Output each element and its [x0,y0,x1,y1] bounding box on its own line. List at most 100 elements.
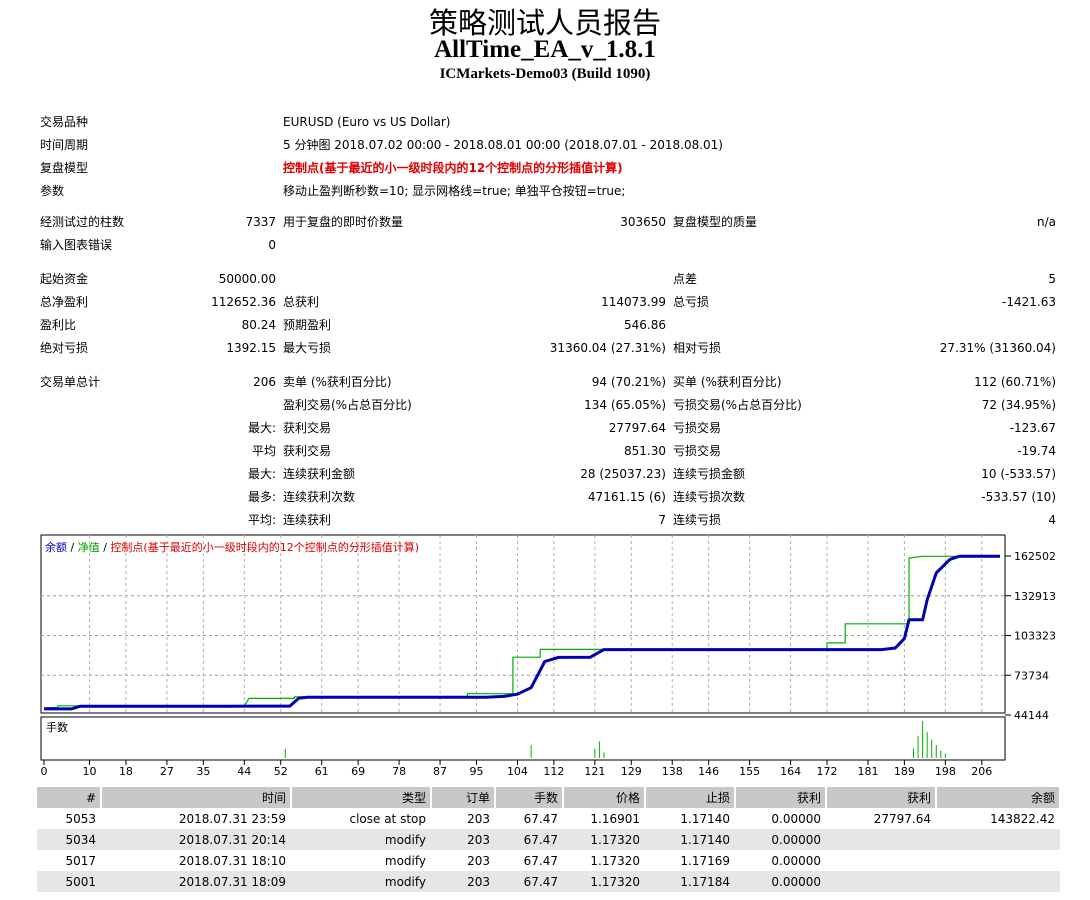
short-positions-label: 卖单 (%获利百分比) [283,375,392,389]
table-cell: 2018.07.31 18:10 [178,853,286,868]
x-tick-label: 181 [857,765,878,778]
gross-profit-label: 总获利 [283,295,320,309]
ticks-label: 用于复盘的即时价数量 [283,215,404,229]
table-cell: 0.00000 [735,829,826,850]
most-consecutive-losses-label: 连续亏损次数 [673,490,746,504]
x-tick-label: 78 [392,765,406,778]
x-tick-label: 155 [739,765,760,778]
x-tick-label: 27 [160,765,174,778]
x-tick-label: 198 [935,765,956,778]
table-cell: 67.47 [523,853,558,868]
ea-name: AllTime_EA_v_1.8.1 [434,36,656,63]
most-prefix: 最多: [247,490,276,504]
largest-profit-value: 27797.64 [608,421,666,435]
average-prefix: 平均 [251,444,276,458]
long-positions-label: 买单 (%获利百分比) [673,375,782,389]
y-tick-label: 73734 [1014,669,1049,682]
average-consecutive-losses-value: 4 [1048,513,1056,527]
table-cell [826,829,936,850]
table-row: 5017 2018.07.31 18:10 modify 203 67.47 1.1732… [37,850,1060,871]
x-tick-label: 104 [507,765,528,778]
average2-prefix: 平均: [247,513,276,527]
quality-label: 复盘模型的质量 [673,215,758,229]
x-tick-label: 164 [780,765,801,778]
symbol-label: 交易品种 [40,115,89,129]
y-tick-label: 44144 [1014,709,1049,722]
legend-model: 控制点(基于最近的小一级时段内的12个控制点的分形插值计算) [110,540,419,554]
table-cell: 1.17140 [645,829,735,850]
x-tick-label: 121 [584,765,605,778]
table-cell [936,829,1060,850]
table-cell: 203 [467,811,490,826]
deals-table: # 时间 类型 订单 手数 价格 止损 获利 获利 余额 5053 2018.07… [37,787,1061,892]
table-cell: modify [291,829,431,850]
symbol-value: EURUSD (Euro vs US Dollar) [283,115,451,129]
table-cell: 1.17320 [563,871,645,892]
table-cell: 5053 [65,811,96,826]
table-cell: 0.00000 [771,811,821,826]
gross-loss-value: -1421.63 [1002,295,1056,309]
table-cell: 1.17169 [680,853,730,868]
table-row: 5034 2018.07.31 20:14 modify 203 67.47 1.1732… [37,829,1060,850]
total-trades-value: 206 [253,375,276,389]
col-header-lots: 手数 [495,787,564,808]
table-cell: 2018.07.31 23:59 [178,811,286,826]
ticks-value: 303650 [620,215,666,229]
average-consecutive-losses-label: 连续亏损 [673,513,722,527]
x-tick-label: 10 [83,765,97,778]
table-cell: 5034 [37,829,101,850]
lot-panel-frame [40,716,1006,761]
average-profit-label: 获利交易 [283,444,332,458]
expected-payoff-label: 预期盈利 [283,318,332,332]
table-cell: 27797.64 [873,811,931,826]
legend-balance: 余额 [45,540,67,554]
table-cell [826,871,936,892]
table-row: 5053 2018.07.31 23:59 close at stop 203 67.4… [37,808,1060,829]
table-cell: 5017 [65,853,96,868]
table-cell: 0.00000 [735,871,826,892]
x-tick-label: 69 [351,765,365,778]
max-consecutive-loss-value: 10 (-533.57) [981,467,1056,481]
average-consecutive-wins-value: 7 [658,513,666,527]
gross-loss-label: 总亏损 [673,295,710,309]
table-cell: 67.47 [495,829,563,850]
params-label: 参数 [40,184,65,198]
table-cell: 2018.07.31 18:09 [101,871,291,892]
largest-profit-label: 获利交易 [283,421,332,435]
max-consecutive-profit-value: 28 (25037.23) [580,467,666,481]
table-cell: 143822.42 [990,811,1055,826]
deposit-value: 50000.00 [218,272,276,286]
x-tick-label: 95 [469,765,483,778]
quality-value: n/a [1036,215,1056,229]
max-drawdown-label: 最大亏损 [283,341,332,355]
loss-trades-value: 72 (34.95%) [981,398,1056,412]
average-loss-value: -19.74 [1017,444,1056,458]
profit-trades-value: 134 (65.05%) [584,398,666,412]
table-cell: close at stop [349,811,426,826]
average-loss-label: 亏损交易 [673,444,722,458]
table-cell [936,850,1060,871]
server-name: ICMarkets-Demo03 (Build 1090) [439,66,651,82]
x-axis-ticks: 0 10 18 27 35 44 52 61 69 78 87 95 104 112 121 129 138 14… [41,760,992,778]
x-tick-label: 146 [698,765,719,778]
table-cell: modify [384,853,426,868]
period-label: 时间周期 [40,138,89,152]
rel-drawdown-label: 相对亏损 [673,341,722,355]
y-tick-label: 103323 [1014,630,1056,643]
col-header-order: 订单 [431,787,496,808]
most-consecutive-losses-value: -533.57 (10) [981,490,1056,504]
max-consecutive-loss-label: 连续亏损金额 [673,467,746,481]
period-value: 5 分钟图 2018.07.02 00:00 - 2018.08.01 00:0… [283,138,723,152]
profit-factor-value: 80.24 [241,318,276,332]
abs-drawdown-label: 绝对亏损 [40,341,89,355]
x-tick-label: 206 [971,765,992,778]
y-axis-ticks: 162502 132913 103323 73734 44144 [1005,550,1056,722]
gross-profit-value: 114073.99 [601,295,666,309]
table-cell: 1.16901 [590,811,640,826]
mismatch-value: 0 [268,238,276,252]
rel-drawdown-value: 27.31% (31360.04) [939,341,1056,355]
deals-header-row: # 时间 类型 订单 手数 价格 止损 获利 获利 余额 [37,787,1061,808]
y-tick-label: 132913 [1014,590,1056,603]
balance-chart-svg: 余额 / 净值 / 控制点(基于最近的小一级时段内的12个控制点的分形插值计算)… [40,534,1056,778]
col-header-type: 类型 [291,787,432,808]
